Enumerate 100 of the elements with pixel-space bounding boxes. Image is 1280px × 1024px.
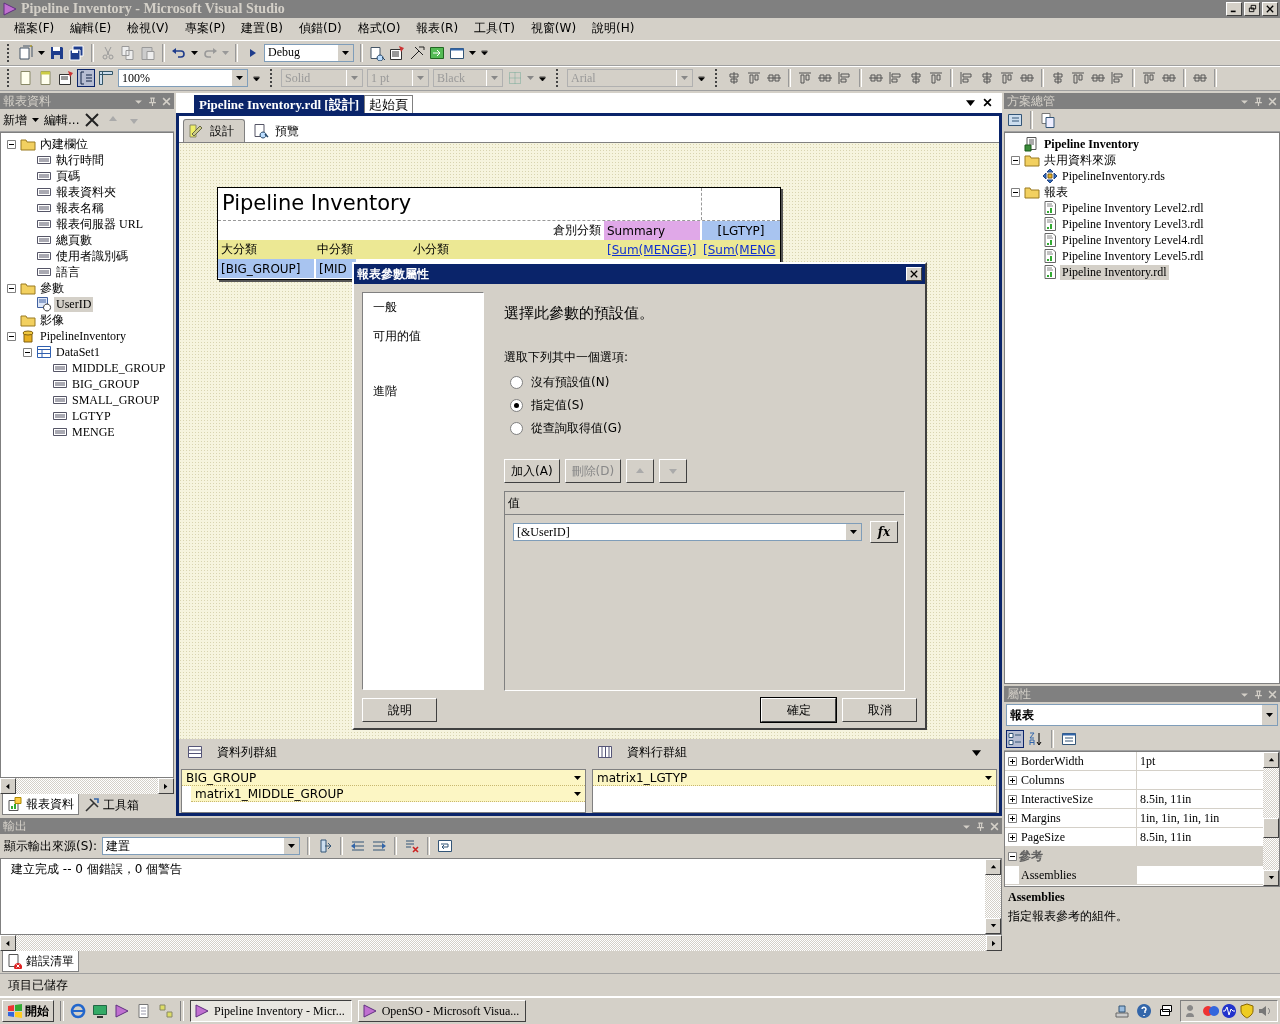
align-icon[interactable] (908, 70, 924, 87)
menu-item[interactable]: 編輯(E) (62, 20, 120, 38)
scrollbar-thumb[interactable] (1263, 818, 1279, 839)
vertical-scrollbar[interactable] (985, 859, 1001, 935)
tools-icon[interactable] (409, 44, 425, 61)
tree-item[interactable]: Pipeline Inventory Level5.rdl (1060, 248, 1206, 264)
tree-item[interactable]: Pipeline Inventory.rdl (1060, 264, 1169, 280)
save-all-icon[interactable] (69, 44, 85, 61)
dropdown-arrow-icon[interactable] (38, 50, 45, 55)
show-all-files-icon[interactable] (1040, 112, 1056, 129)
taskbar-button[interactable]: OpenSO - Microsoft Visua... (357, 1000, 527, 1023)
menu-item[interactable]: 檔案(F) (6, 20, 63, 38)
pin-icon[interactable] (1254, 689, 1263, 699)
tree-item[interactable]: LGTYP (70, 408, 113, 424)
group-item[interactable]: matrix1_MIDDLE_GROUP (191, 786, 585, 803)
align-icon[interactable] (726, 70, 742, 87)
document-icon[interactable] (136, 1003, 152, 1020)
expand-icon[interactable] (1007, 813, 1017, 823)
edit-button[interactable]: 編輯... (44, 111, 80, 129)
pin-icon[interactable] (148, 96, 157, 106)
tree-item[interactable]: Pipeline Inventory Level2.rdl (1060, 200, 1206, 216)
property-value[interactable]: 8.5in, 11in (1137, 791, 1263, 807)
pin-icon[interactable] (1254, 96, 1263, 106)
save-icon[interactable] (49, 44, 65, 61)
menu-item[interactable]: 說明(H) (584, 20, 643, 38)
go-to-icon[interactable] (317, 838, 334, 855)
menu-item[interactable]: 工具(T) (466, 20, 523, 38)
align-icon[interactable] (959, 70, 975, 87)
group-item[interactable]: BIG_GROUP (182, 770, 585, 787)
radio-option[interactable]: 沒有預設值(N) (510, 374, 905, 391)
tree-item[interactable]: Pipeline Inventory Level4.rdl (1060, 232, 1206, 248)
panel-tab[interactable]: 工具箱 (79, 794, 144, 817)
find-icon[interactable] (369, 44, 385, 61)
taskbar-button[interactable]: Pipeline Inventory - Micr... (190, 1000, 352, 1023)
align-icon[interactable] (1141, 70, 1157, 87)
align-icon[interactable] (979, 70, 995, 87)
minimize-button[interactable] (1226, 1, 1242, 16)
dropdown-arrow-icon[interactable] (850, 530, 857, 534)
align-icon[interactable] (746, 70, 762, 87)
ok-button[interactable]: 確定 (761, 698, 836, 722)
tree-item[interactable]: 報表 (1042, 183, 1070, 201)
word-wrap-icon[interactable] (437, 838, 454, 855)
configuration-dropdown[interactable]: Debug (264, 43, 354, 62)
tree-item[interactable]: 報表資料夾 (54, 183, 118, 201)
tree-item[interactable]: 總頁數 (54, 231, 94, 249)
tree-item[interactable]: 報表名稱 (54, 199, 106, 217)
app-icon[interactable] (114, 1003, 130, 1020)
collapse-icon[interactable] (23, 347, 32, 357)
dropdown-arrow-icon[interactable] (191, 50, 198, 55)
ruler-icon[interactable] (98, 70, 114, 87)
clear-icon[interactable] (404, 838, 421, 855)
horizontal-scrollbar[interactable] (0, 935, 1002, 952)
tree-item[interactable]: 頁碼 (54, 167, 82, 185)
align-icon[interactable] (1070, 70, 1086, 87)
collapse-icon[interactable] (7, 139, 16, 149)
radio-option[interactable]: 指定值(S) (510, 397, 905, 414)
expression-button[interactable]: fx (870, 521, 898, 543)
panel-tab[interactable]: 報表資料 (2, 794, 79, 816)
property-value[interactable]: 1in, 1in, 1in, 1in (1137, 810, 1263, 826)
close-button[interactable] (1262, 1, 1278, 16)
align-icon[interactable] (1050, 70, 1066, 87)
dropdown-arrow-icon[interactable] (972, 747, 981, 757)
horizontal-scrollbar[interactable] (0, 778, 174, 795)
property-value[interactable]: 1pt (1137, 753, 1263, 769)
overflow-icon[interactable] (539, 75, 546, 81)
collapse-icon[interactable] (1007, 851, 1017, 861)
group-item[interactable]: matrix1_LGTYP (593, 770, 996, 787)
export-icon[interactable] (429, 44, 445, 61)
view-tab[interactable]: 設計 (183, 119, 245, 143)
tree-item[interactable]: 內建欄位 (38, 135, 90, 153)
menu-item[interactable]: 檢視(V) (119, 20, 177, 38)
restore-button[interactable] (1244, 1, 1260, 16)
tree-item[interactable]: MIDDLE_GROUP (70, 360, 168, 376)
help-icon[interactable] (1136, 1003, 1152, 1020)
network-icon[interactable] (1114, 1003, 1130, 1020)
tree-item[interactable]: 報表伺服器 URL (54, 215, 145, 233)
output-source-dropdown[interactable]: 建置 (102, 837, 301, 856)
tree-item[interactable]: Pipeline Inventory Level3.rdl (1060, 216, 1206, 232)
properties-icon[interactable] (389, 44, 405, 61)
dropdown-arrow-icon[interactable] (1266, 713, 1273, 718)
dropdown-arrow-icon[interactable] (32, 118, 39, 123)
expand-icon[interactable] (1007, 832, 1017, 842)
properties-icon[interactable] (1007, 112, 1023, 129)
property-pages-icon[interactable] (1061, 731, 1077, 748)
field-list-icon[interactable] (78, 70, 94, 87)
collapse-icon[interactable] (1011, 187, 1020, 197)
close-button[interactable] (906, 267, 922, 281)
overflow-icon[interactable] (253, 75, 260, 81)
menu-item[interactable]: 格式(O) (349, 20, 409, 38)
shield-icon[interactable] (1239, 1003, 1255, 1020)
document-icon[interactable] (18, 70, 34, 87)
align-icon[interactable] (888, 70, 904, 87)
dropdown-arrow-icon[interactable] (469, 50, 476, 55)
start-button[interactable]: 開始 (2, 1000, 54, 1023)
radio-option[interactable]: 從查詢取得值(G) (510, 420, 905, 437)
dropdown-arrow-icon[interactable] (574, 775, 581, 780)
collapse-icon[interactable] (7, 331, 16, 341)
dropdown-arrow-icon[interactable] (236, 76, 243, 81)
align-icon[interactable] (797, 70, 813, 87)
collapse-icon[interactable] (1011, 155, 1020, 165)
